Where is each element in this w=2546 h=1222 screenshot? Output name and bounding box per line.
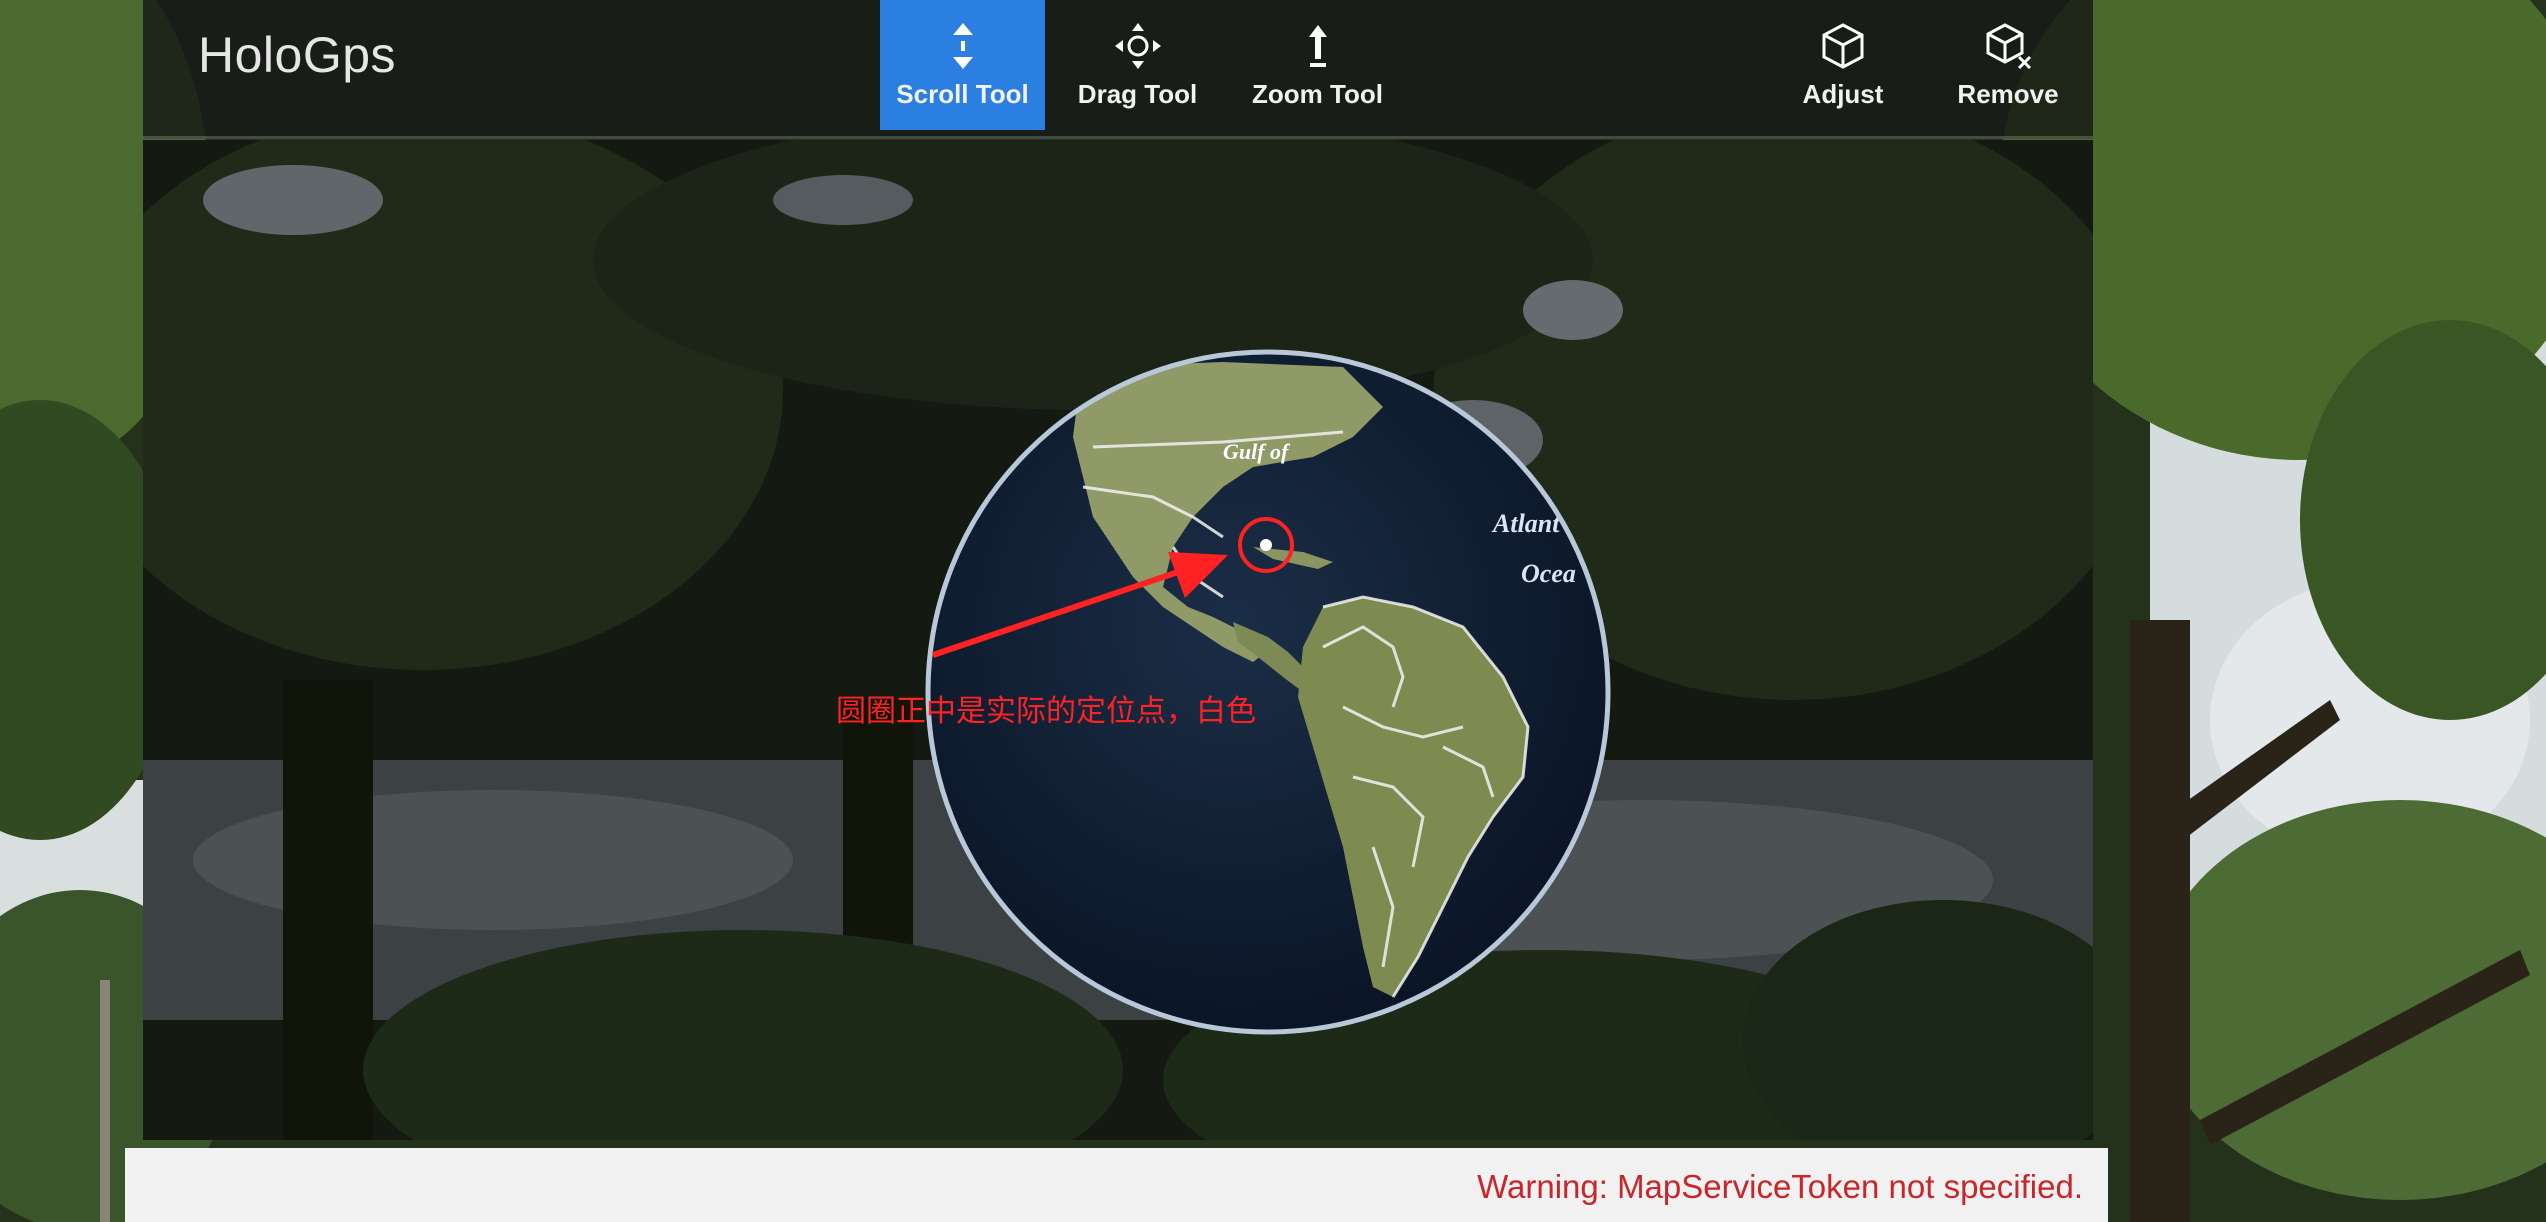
holo-window: HoloGps Scroll Tool Drag Tool Zoom Tool … [63,0,2153,1222]
status-bar: Warning: MapServiceToken not specified. [125,1148,2108,1222]
annotation-text: 圆圈正中是实际的定位点，白色 [836,695,1256,728]
annotation-arrow [932,552,1228,658]
warning-message: Warning: MapServiceToken not specified. [1477,1168,2083,1205]
